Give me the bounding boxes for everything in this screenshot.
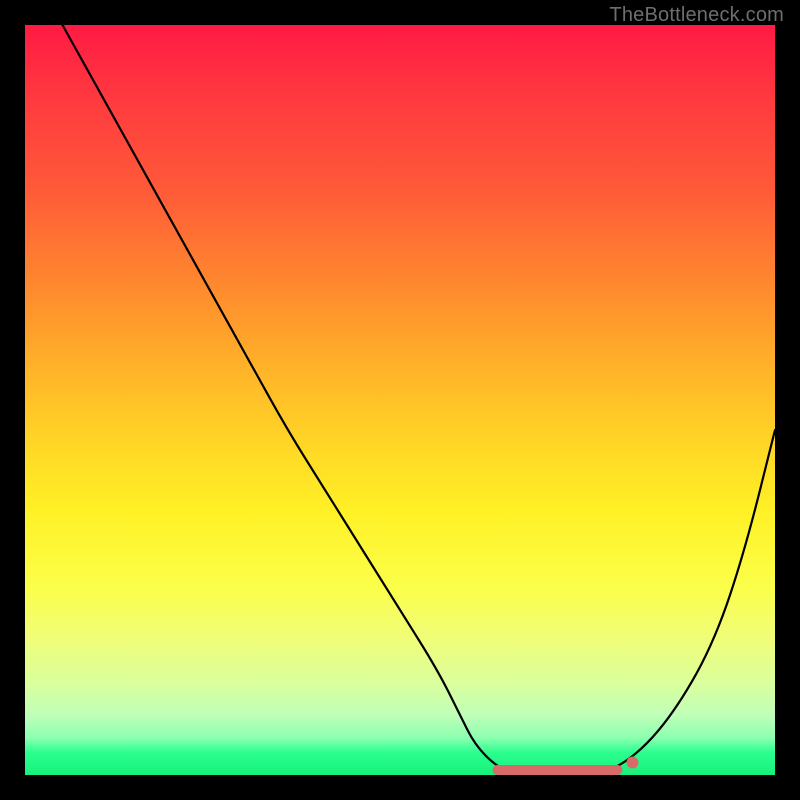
bottleneck-curve — [25, 25, 775, 775]
chart-frame: TheBottleneck.com — [0, 0, 800, 800]
curve-marker-dot — [627, 757, 639, 769]
plot-area — [25, 25, 775, 775]
watermark-text: TheBottleneck.com — [609, 4, 784, 27]
curve-path — [63, 25, 776, 775]
